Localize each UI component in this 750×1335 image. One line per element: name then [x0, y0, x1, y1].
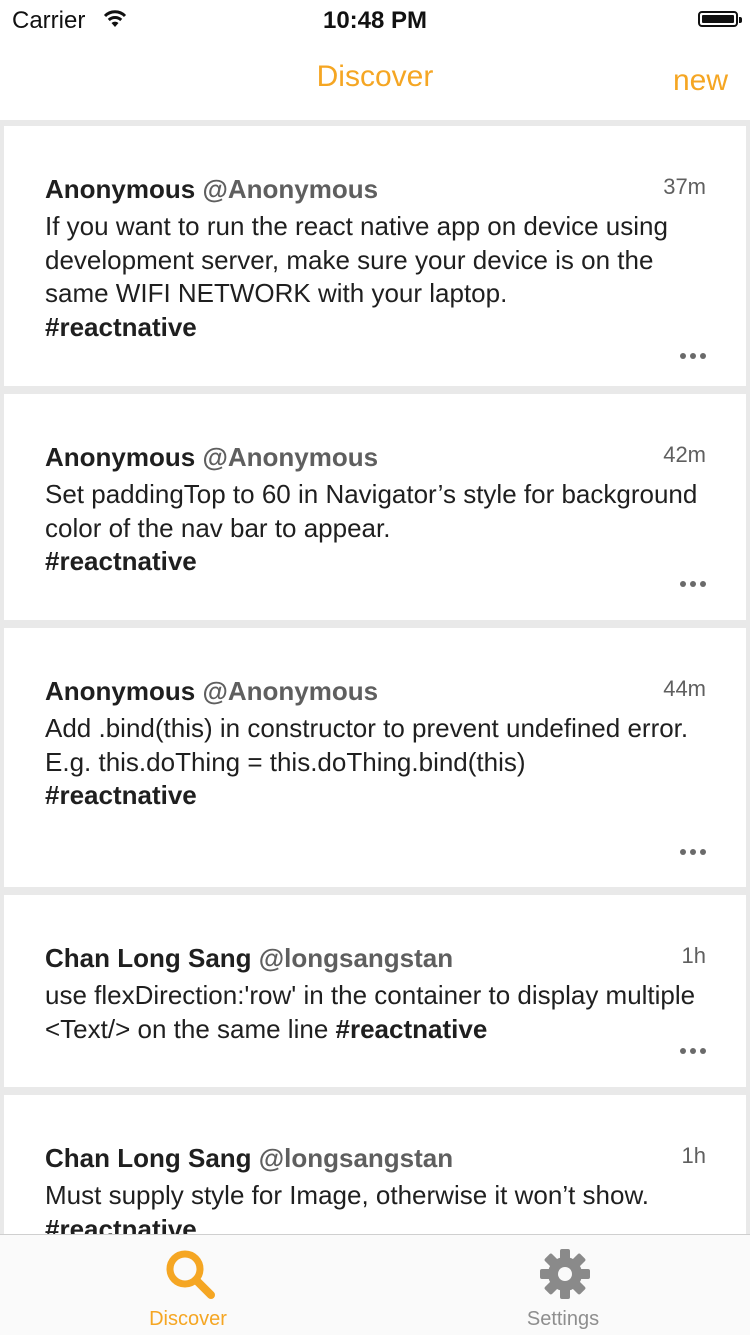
post-header: Anonymous @Anonymous 37m: [45, 174, 706, 210]
post-header: Chan Long Sang @longsangstan 1h: [45, 1143, 706, 1179]
post-time: 1h: [681, 943, 706, 968]
tab-label: Settings: [526, 1308, 600, 1330]
hashtag-link[interactable]: #reactnative: [336, 1014, 488, 1044]
post-feed[interactable]: Anonymous @Anonymous 37m If you want to …: [0, 120, 750, 1234]
more-options-icon[interactable]: [680, 848, 706, 856]
tab-label: Discover: [149, 1308, 227, 1330]
status-time: 10:48 PM: [322, 7, 428, 34]
post-header: Anonymous @Anonymous 44m: [45, 676, 706, 712]
post-text: Must supply style for Image, otherwise i…: [45, 1179, 706, 1234]
post-header: Chan Long Sang @longsangstan 1h: [45, 943, 706, 979]
author-handle[interactable]: @Anonymous: [202, 676, 378, 706]
battery-icon: [698, 11, 742, 27]
tab-discover[interactable]: Discover: [88, 1235, 288, 1335]
post-card[interactable]: Chan Long Sang @longsangstan 1h Must sup…: [4, 1095, 746, 1234]
post-card[interactable]: Chan Long Sang @longsangstan 1h use flex…: [4, 895, 746, 1087]
hashtag-link[interactable]: #reactnative: [45, 312, 197, 342]
post-body: Add .bind(this) in constructor to preven…: [45, 713, 689, 777]
hashtag-link[interactable]: #reactnative: [45, 780, 197, 810]
post-body: Must supply style for Image, otherwise i…: [45, 1180, 657, 1210]
post-text: If you want to run the react native app …: [45, 210, 706, 344]
author-name[interactable]: Anonymous: [45, 676, 195, 706]
hashtag-link[interactable]: #reactnative: [45, 546, 197, 576]
post-body: Set paddingTop to 60 in Navigator’s styl…: [45, 479, 698, 543]
more-options-icon[interactable]: [680, 1047, 706, 1055]
tab-settings[interactable]: Settings: [463, 1235, 663, 1335]
author-handle[interactable]: @Anonymous: [202, 174, 378, 204]
gear-icon: [540, 1249, 590, 1299]
status-bar: Carrier 10:48 PM: [0, 0, 750, 40]
post-body: If you want to run the react native app …: [45, 211, 668, 308]
author-handle[interactable]: @longsangstan: [259, 943, 453, 973]
post-card[interactable]: Anonymous @Anonymous 44m Add .bind(this)…: [4, 628, 746, 887]
post-card[interactable]: Anonymous @Anonymous 37m If you want to …: [4, 126, 746, 386]
post-text: Add .bind(this) in constructor to preven…: [45, 712, 706, 813]
author-handle[interactable]: @Anonymous: [202, 442, 378, 472]
page-title: Discover: [316, 60, 434, 93]
new-post-button[interactable]: new: [673, 64, 728, 98]
tab-bar: Discover Settings: [0, 1234, 750, 1335]
post-card[interactable]: Anonymous @Anonymous 42m Set paddingTop …: [4, 394, 746, 620]
more-options-icon[interactable]: [680, 580, 706, 588]
post-text: use flexDirection:'row' in the container…: [45, 979, 706, 1046]
author-name[interactable]: Anonymous: [45, 442, 195, 472]
post-time: 37m: [663, 174, 706, 199]
post-time: 44m: [663, 676, 706, 701]
more-options-icon[interactable]: [680, 352, 706, 360]
post-header: Anonymous @Anonymous 42m: [45, 442, 706, 478]
search-icon: [166, 1250, 215, 1299]
post-time: 42m: [663, 442, 706, 467]
top-bar: Carrier 10:48 PM Discover new: [0, 0, 750, 120]
post-text: Set paddingTop to 60 in Navigator’s styl…: [45, 478, 706, 579]
author-handle[interactable]: @longsangstan: [259, 1143, 453, 1173]
author-name[interactable]: Anonymous: [45, 174, 195, 204]
post-time: 1h: [681, 1143, 706, 1168]
author-name[interactable]: Chan Long Sang: [45, 1143, 252, 1173]
hashtag-link[interactable]: #reactnative: [45, 1214, 197, 1235]
author-name[interactable]: Chan Long Sang: [45, 943, 252, 973]
